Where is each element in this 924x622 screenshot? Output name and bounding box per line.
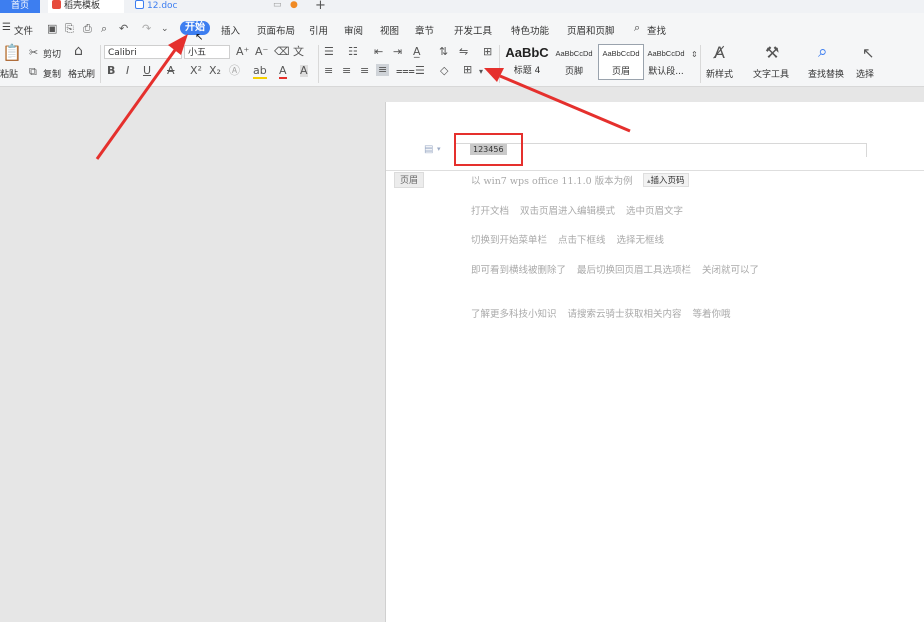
annotation-arrow-border [499,74,631,133]
annotation-arrow-start [95,49,177,160]
annotation-arrows [95,34,631,160]
annotation-arrowhead [168,34,188,55]
